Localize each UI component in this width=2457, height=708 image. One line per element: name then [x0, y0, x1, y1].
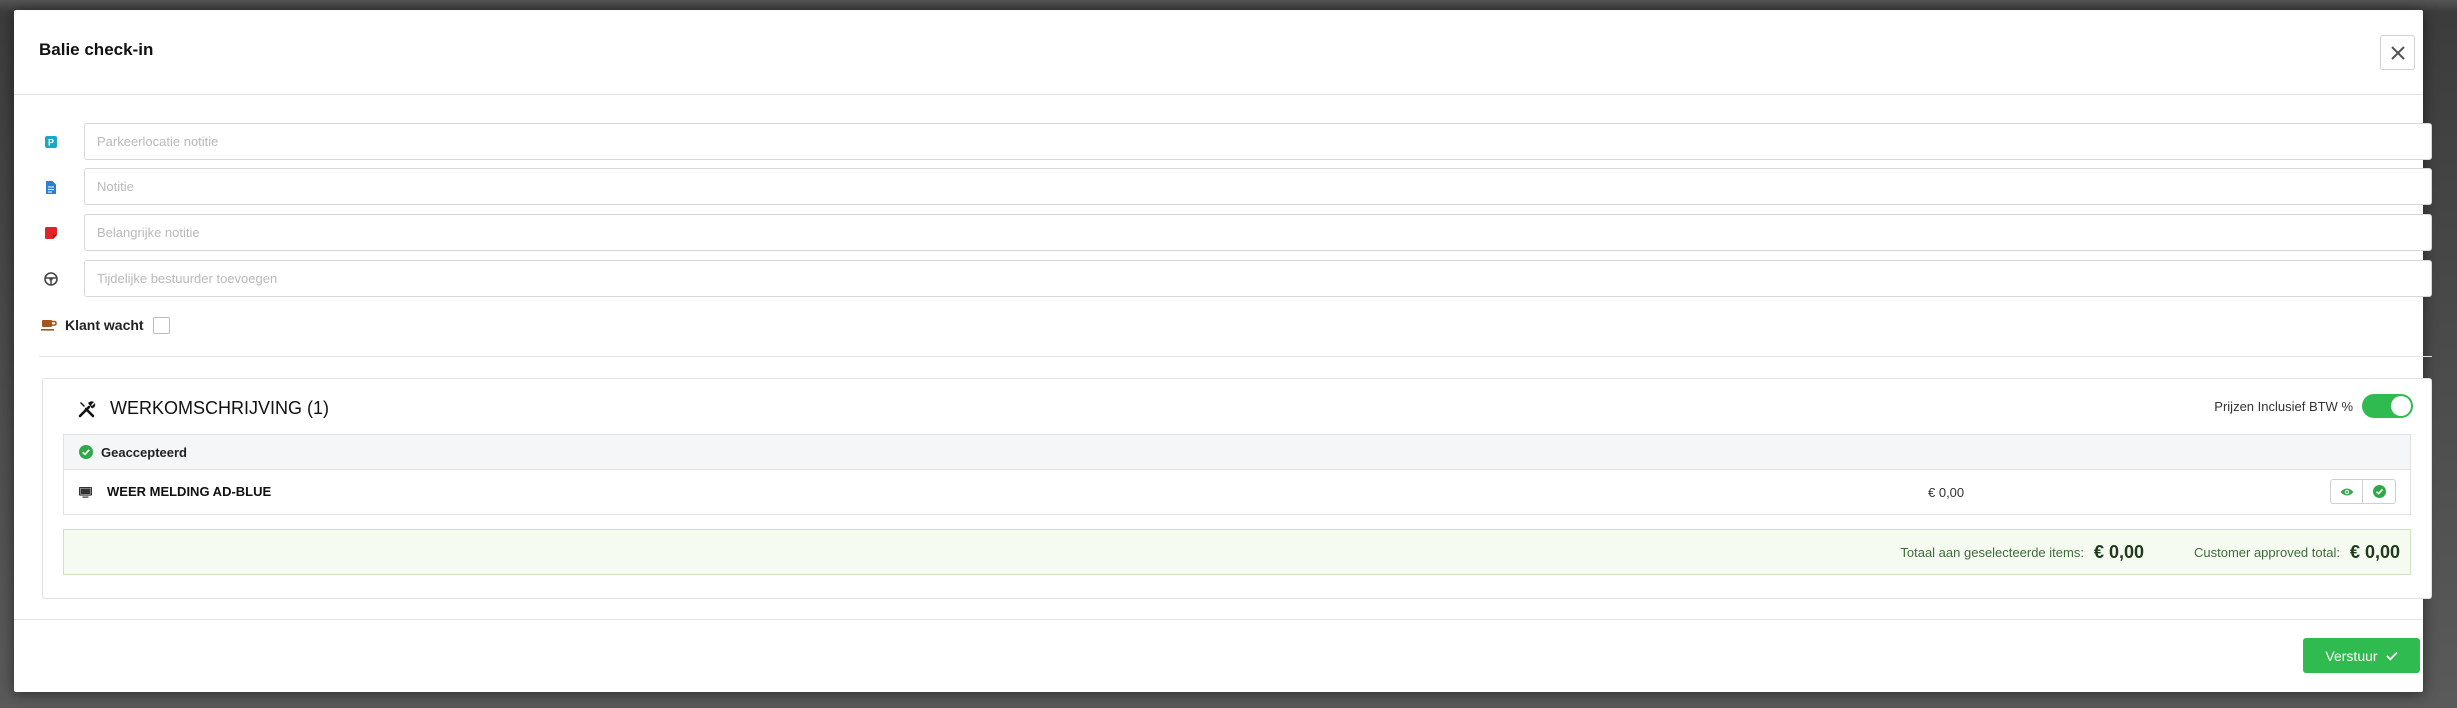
- parking-note-row: P: [39, 123, 2432, 160]
- modal-title: Balie check-in: [39, 40, 154, 59]
- note-input[interactable]: [84, 168, 2432, 205]
- submit-button[interactable]: Verstuur: [2303, 638, 2420, 673]
- svg-text:P: P: [48, 138, 54, 148]
- important-note-row: [39, 214, 2432, 251]
- steering-wheel-icon: [43, 271, 59, 287]
- coffee-cup-icon: [41, 319, 57, 331]
- temporary-driver-input[interactable]: [84, 260, 2432, 297]
- group-header: Geaccepteerd: [64, 435, 2410, 470]
- view-item-button[interactable]: [2330, 479, 2363, 504]
- footer-divider: [14, 619, 2423, 620]
- customer-waiting-checkbox[interactable]: [152, 316, 170, 334]
- modal-header: Balie check-in: [14, 10, 2423, 95]
- work-item-row[interactable]: WEER MELDING AD-BLUE € 0,00: [64, 470, 2410, 515]
- monitor-icon: [78, 485, 93, 503]
- section-divider: [39, 356, 2432, 357]
- check-circle-icon: [2372, 485, 2386, 498]
- driver-row: [39, 260, 2432, 297]
- vat-toggle-switch[interactable]: [2362, 394, 2413, 418]
- sticky-note-icon: [43, 225, 59, 241]
- selected-total-label: Totaal aan geselecteerde items:: [1900, 544, 2084, 560]
- vat-toggle-label: Prijzen Inclusief BTW %: [2214, 398, 2353, 414]
- work-item-actions: [2330, 479, 2396, 504]
- approve-item-button[interactable]: [2363, 479, 2396, 504]
- work-item-price: € 0,00: [1928, 485, 1965, 500]
- check-circle-icon: [79, 445, 93, 459]
- work-description-heading: WERKOMSCHRIJVING (1): [110, 398, 330, 418]
- work-description-card: WERKOMSCHRIJVING (1) Prijzen Inclusief B…: [42, 378, 2432, 599]
- totals-bar: Totaal aan geselecteerde items: € 0,00 C…: [63, 529, 2411, 575]
- group-status-label: Geaccepteerd: [101, 444, 187, 460]
- check-icon: [2385, 648, 2398, 664]
- note-row: [39, 168, 2432, 205]
- check-in-modal: Balie check-in P Parkeerlocatie notitie …: [14, 10, 2432, 692]
- parking-note-input[interactable]: [84, 123, 2432, 160]
- work-description-title: WERKOMSCHRIJVING (1): [78, 398, 329, 419]
- document-icon: [43, 179, 59, 195]
- important-note-input[interactable]: [84, 214, 2432, 251]
- close-icon: [2390, 45, 2405, 60]
- toggle-knob: [2391, 396, 2411, 416]
- tools-icon: [78, 400, 96, 418]
- customer-waiting-label: Klant wacht: [65, 317, 144, 333]
- approved-total-value: € 0,00: [2349, 541, 2400, 562]
- submit-label: Verstuur: [2325, 647, 2378, 664]
- close-button[interactable]: [2380, 35, 2415, 70]
- parking-icon: P: [43, 134, 59, 150]
- selected-total-value: € 0,00: [2093, 541, 2144, 562]
- work-item-name: WEER MELDING AD-BLUE: [107, 484, 272, 499]
- eye-icon: [2340, 488, 2353, 495]
- customer-waiting-row: Klant wacht: [39, 315, 170, 335]
- vat-toggle-wrap: Prijzen Inclusief BTW %: [2214, 394, 2413, 418]
- accepted-group: Geaccepteerd WEER MELDING AD-BLUE € 0,00: [63, 434, 2411, 515]
- approved-total-label: Customer approved total:: [2193, 544, 2340, 560]
